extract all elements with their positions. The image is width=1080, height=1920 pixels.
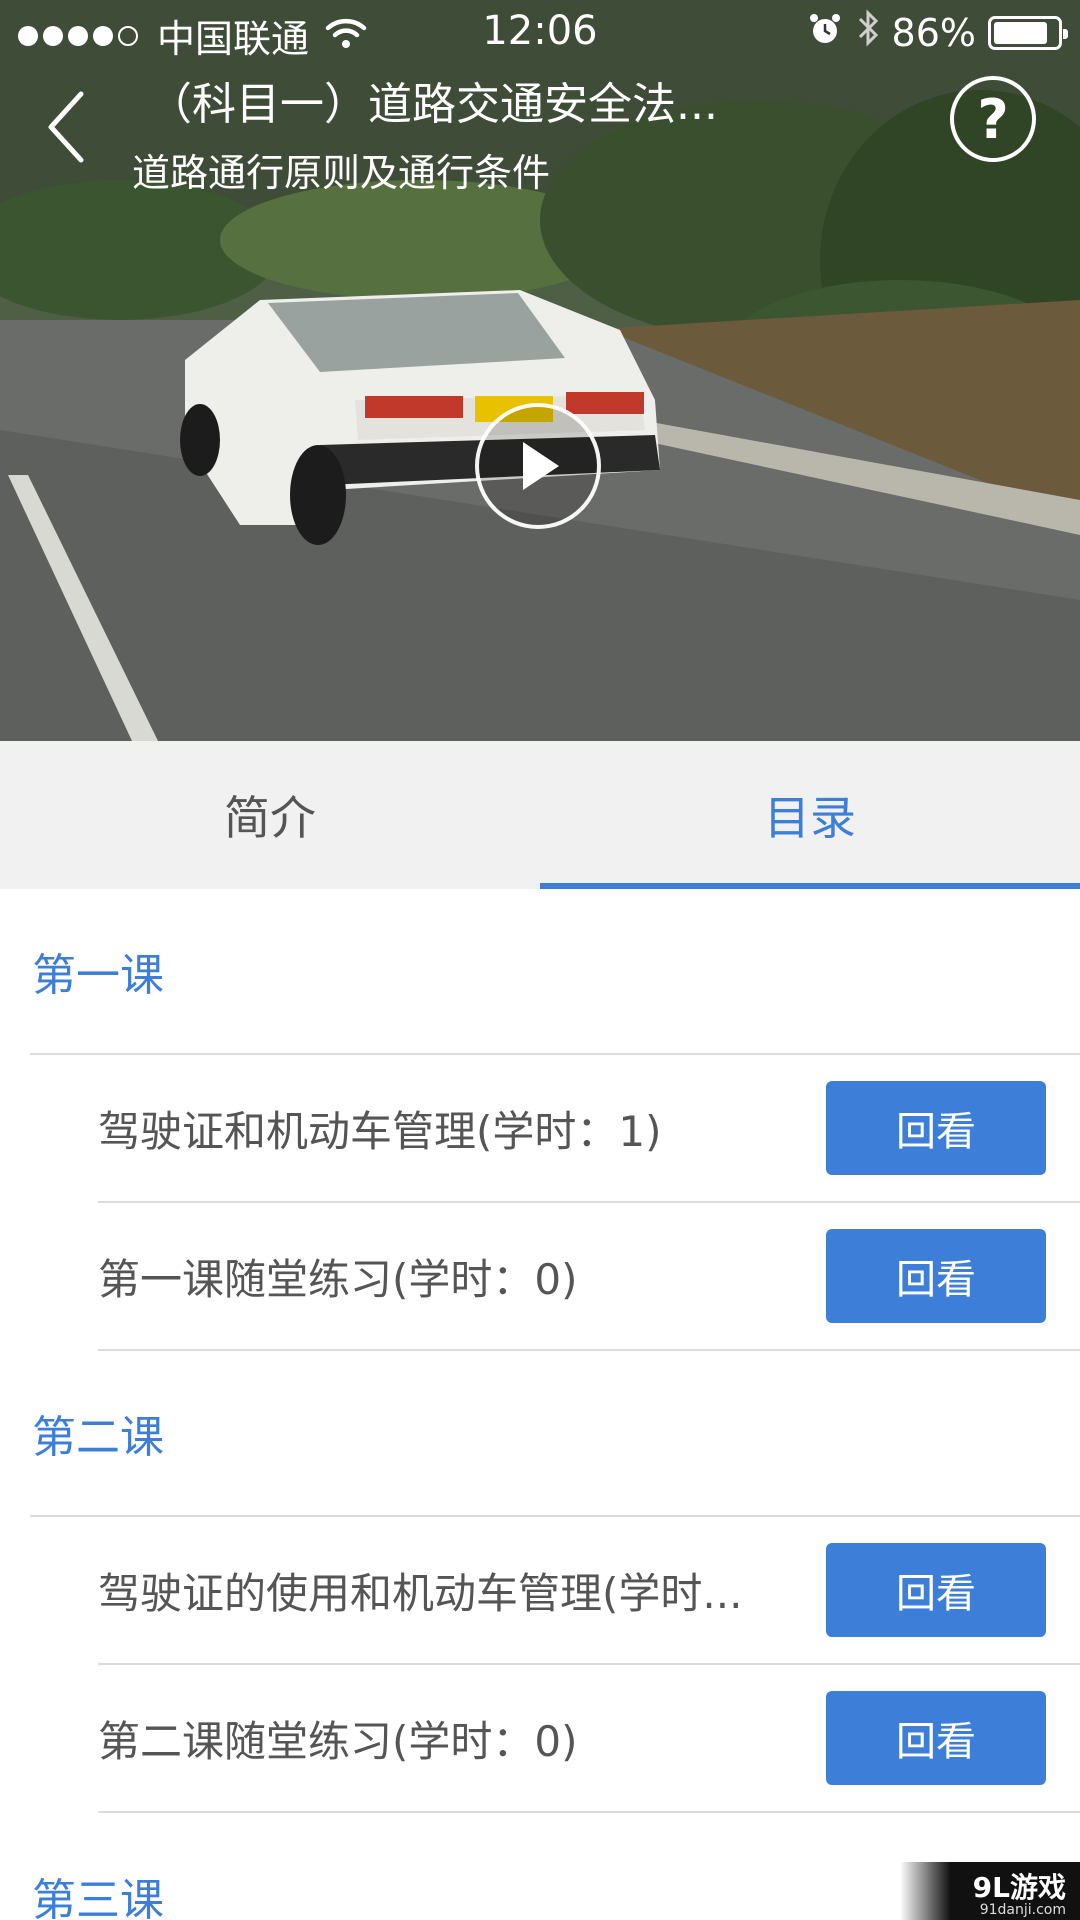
review-button[interactable]: 回看 — [826, 1229, 1046, 1323]
video-header: （科目一）道路交通安全法... 道路通行原则及通行条件 ? — [0, 62, 1080, 212]
watermark-brand: 9L游戏 — [972, 1871, 1066, 1904]
tab-intro[interactable]: 简介 — [0, 741, 540, 889]
site-watermark: 9L游戏 91danji.com — [900, 1862, 1080, 1920]
battery-percentage: 86% — [891, 10, 976, 55]
course-subtitle: 道路通行原则及通行条件 — [132, 151, 551, 195]
app-screen: 中国联通 12:06 86% （科目一）道路交通安全法... 道路通行原则及通行… — [0, 0, 1080, 1920]
video-player[interactable]: 中国联通 12:06 86% （科目一）道路交通安全法... 道路通行原则及通行… — [0, 0, 1080, 741]
alarm-icon — [808, 11, 842, 55]
question-mark-icon: ? — [977, 87, 1009, 151]
play-icon — [523, 442, 559, 490]
bluetooth-icon — [856, 8, 880, 57]
lesson-row[interactable]: 驾驶证的使用和机动车管理(学时... 回看 — [98, 1517, 1080, 1665]
play-button[interactable] — [475, 403, 601, 529]
review-button[interactable]: 回看 — [826, 1543, 1046, 1637]
review-button[interactable]: 回看 — [826, 1691, 1046, 1785]
battery-level-fill — [994, 21, 1048, 44]
back-button[interactable] — [30, 82, 100, 172]
status-bar: 中国联通 12:06 86% — [0, 0, 1080, 62]
lesson-row[interactable]: 第一课随堂练习(学时：0) 回看 — [98, 1203, 1080, 1351]
course-title: （科目一）道路交通安全法... — [148, 79, 718, 130]
lesson-name: 驾驶证和机动车管理(学时：1) — [98, 1106, 662, 1156]
battery-icon — [988, 15, 1068, 50]
watermark-site: 91danji.com — [979, 1902, 1066, 1918]
lesson-name: 驾驶证的使用和机动车管理(学时... — [98, 1568, 743, 1618]
lesson-name: 第二课随堂练习(学时：0) — [98, 1716, 578, 1766]
review-button[interactable]: 回看 — [826, 1081, 1046, 1175]
section-title: 第二课 — [30, 1351, 1080, 1517]
section-title: 第一课 — [30, 889, 1080, 1055]
tab-catalog[interactable]: 目录 — [540, 741, 1080, 889]
lesson-row[interactable]: 驾驶证和机动车管理(学时：1) 回看 — [98, 1055, 1080, 1203]
chevron-left-icon — [48, 91, 84, 163]
catalog-list: 第一课 驾驶证和机动车管理(学时：1) 回看 第一课随堂练习(学时：0) 回看 … — [0, 889, 1080, 1920]
lesson-row[interactable]: 第二课随堂练习(学时：0) 回看 — [98, 1665, 1080, 1813]
lesson-name: 第一课随堂练习(学时：0) — [98, 1254, 578, 1304]
help-button[interactable]: ? — [950, 76, 1036, 162]
tab-bar: 简介 目录 — [0, 741, 1080, 889]
